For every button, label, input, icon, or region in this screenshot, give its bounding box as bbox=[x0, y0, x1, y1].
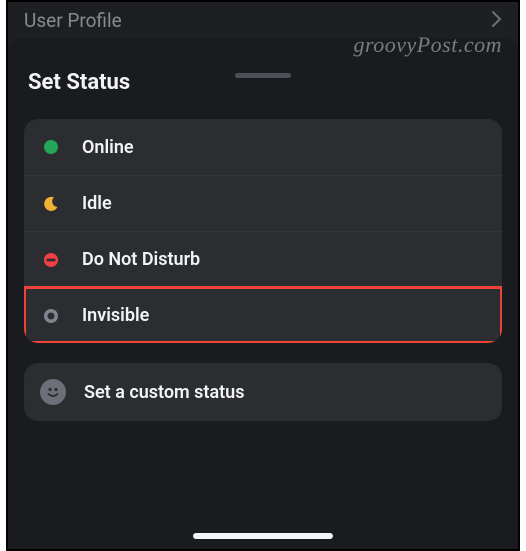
status-label: Idle bbox=[82, 193, 112, 214]
custom-status-button[interactable]: Set a custom status bbox=[24, 363, 502, 421]
chevron-right-icon[interactable] bbox=[492, 8, 502, 32]
header-row: User Profile bbox=[8, 2, 518, 38]
back-label[interactable]: User Profile bbox=[24, 9, 122, 32]
status-label: Invisible bbox=[82, 305, 149, 326]
drag-handle-icon[interactable] bbox=[235, 73, 291, 78]
home-indicator-icon[interactable] bbox=[193, 533, 333, 539]
status-row-dnd[interactable]: Do Not Disturb bbox=[24, 231, 502, 287]
status-label: Do Not Disturb bbox=[82, 249, 200, 270]
smiley-icon bbox=[40, 379, 66, 405]
status-sheet: Set Status Online Idle bbox=[8, 38, 518, 549]
status-label: Online bbox=[82, 137, 134, 158]
status-row-online[interactable]: Online bbox=[24, 119, 502, 175]
custom-status-label: Set a custom status bbox=[84, 382, 244, 403]
status-row-invisible[interactable]: Invisible bbox=[24, 287, 502, 343]
app-window: User Profile Set Status Online Idle bbox=[6, 0, 520, 551]
status-row-idle[interactable]: Idle bbox=[24, 175, 502, 231]
invisible-icon bbox=[42, 307, 60, 325]
online-icon bbox=[42, 138, 60, 156]
dnd-icon bbox=[42, 251, 60, 269]
status-list: Online Idle Do Not Disturb bbox=[24, 119, 502, 343]
idle-icon bbox=[42, 195, 60, 213]
